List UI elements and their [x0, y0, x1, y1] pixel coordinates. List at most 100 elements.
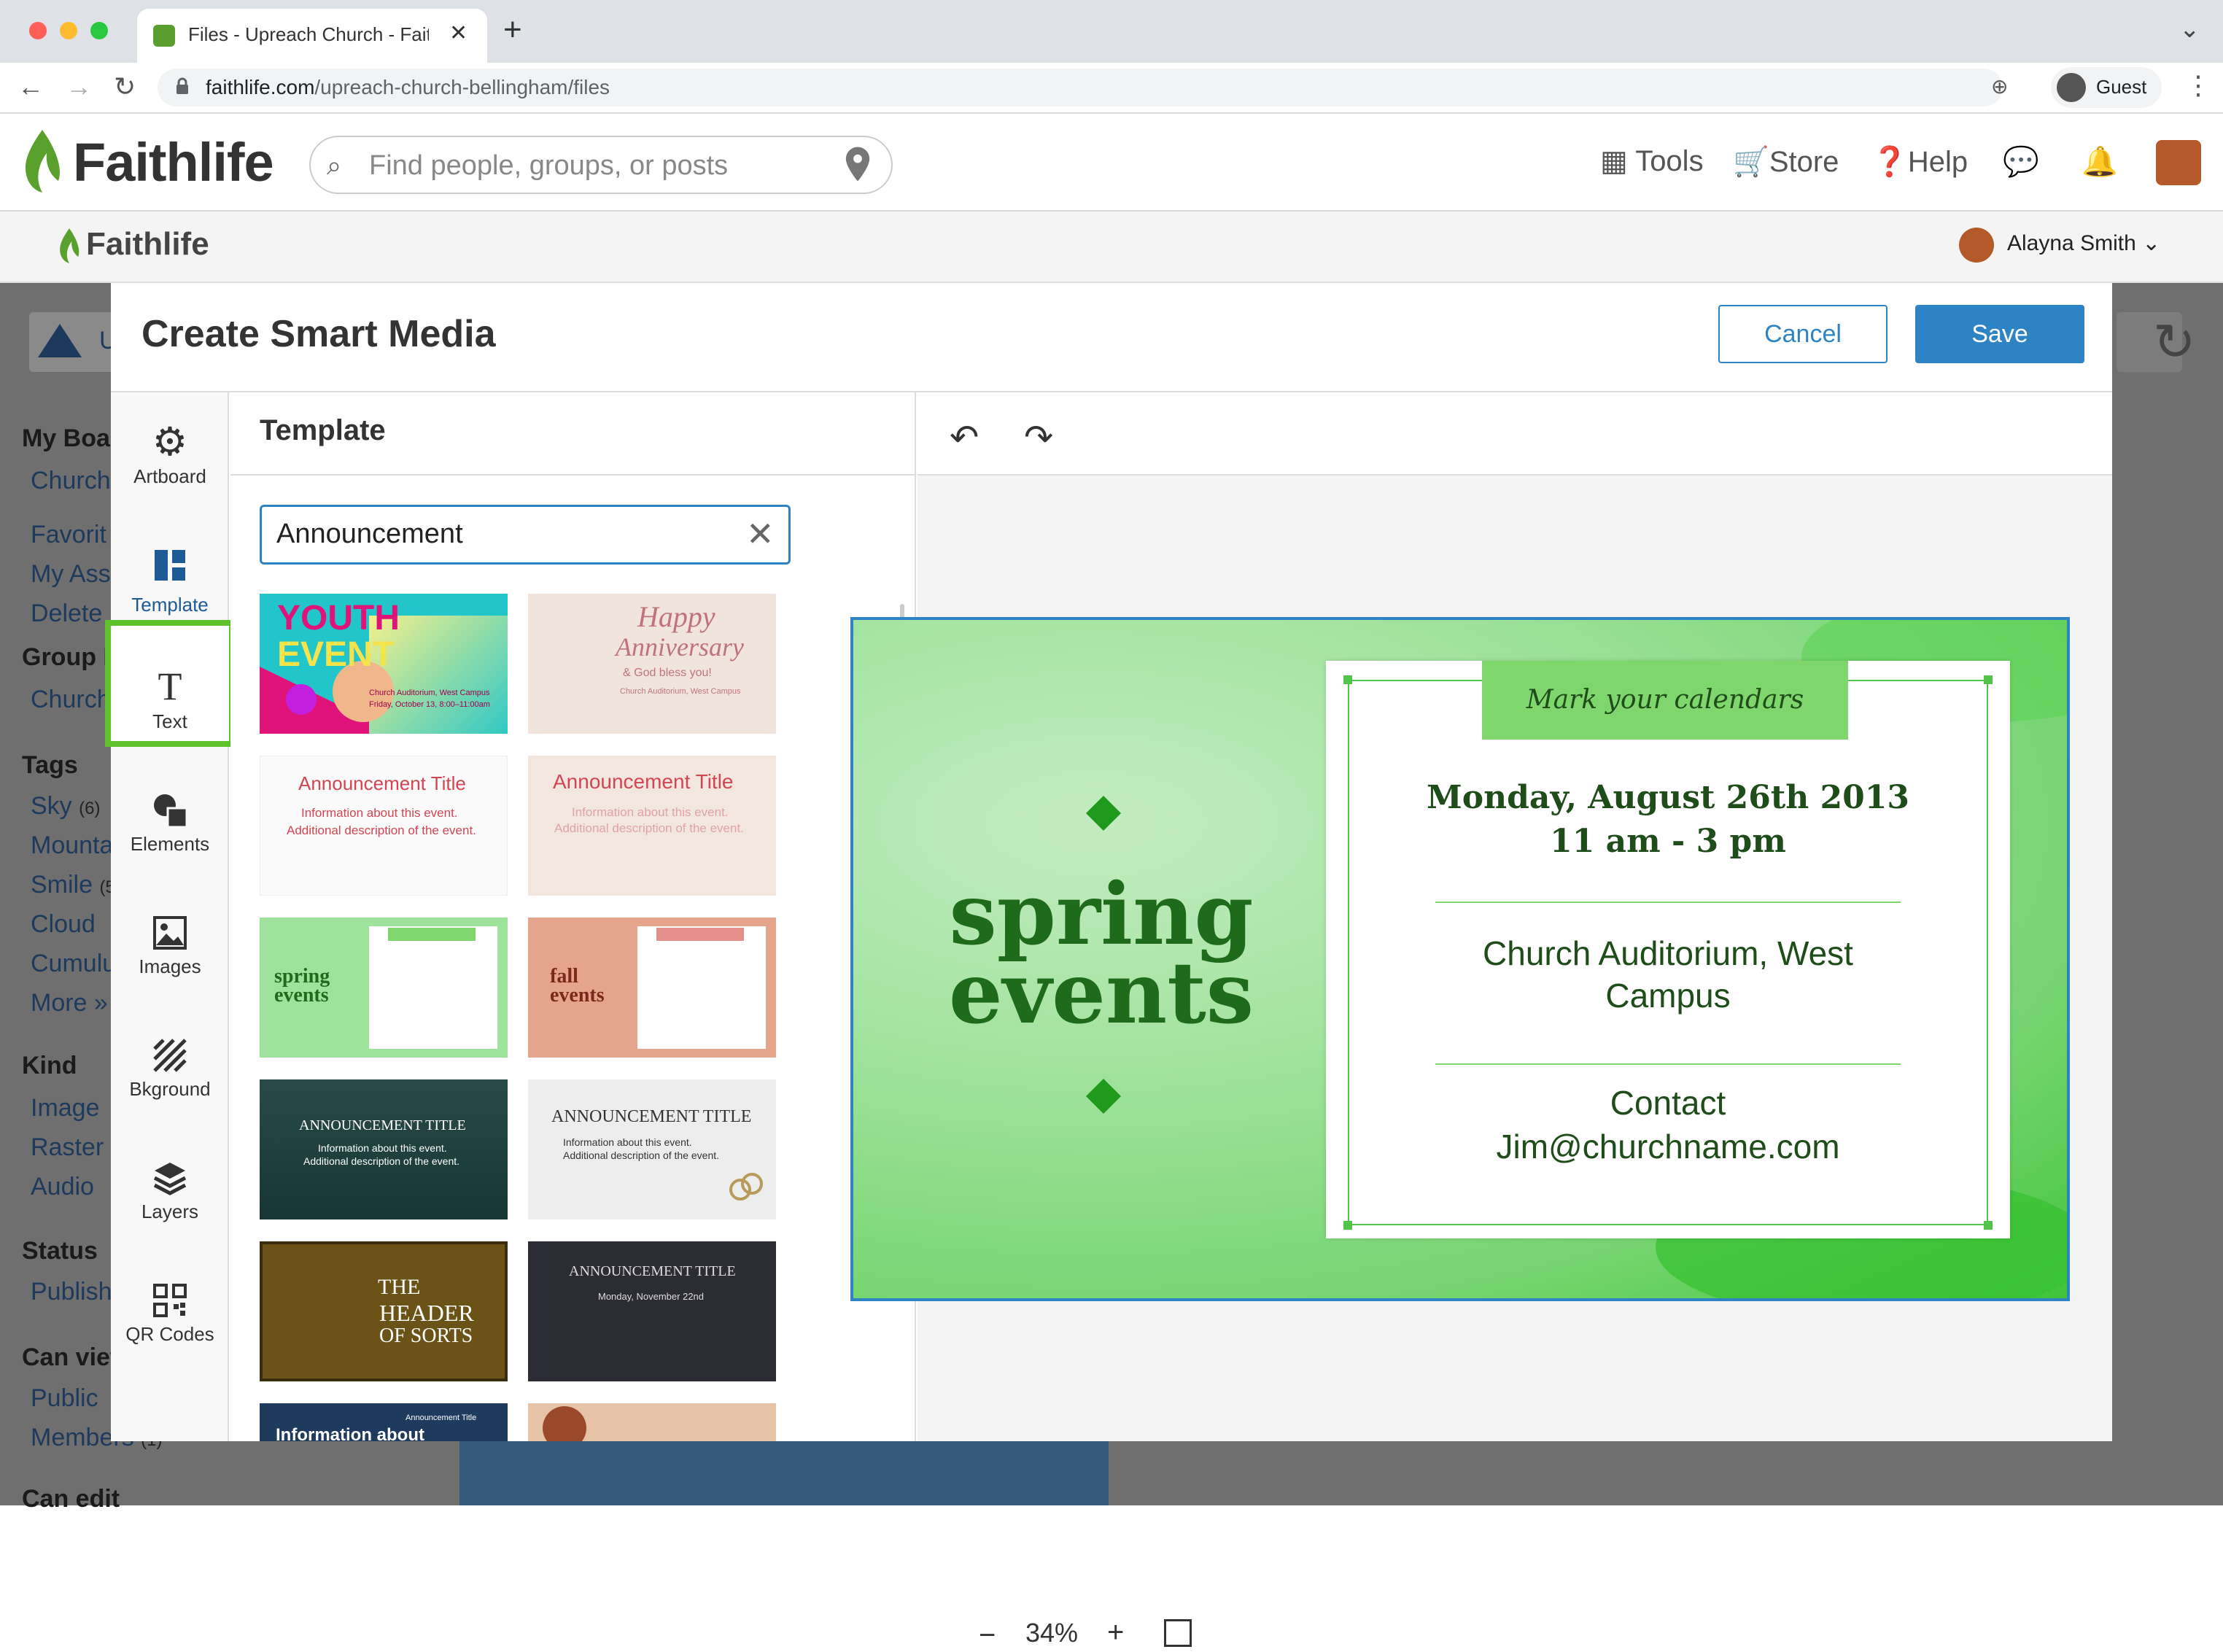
- bg-church-link[interactable]: Church: [31, 467, 111, 495]
- thumb-text: spring events: [274, 965, 330, 1007]
- template-thumb-youth-event[interactable]: YOUTH EVENT Church Auditorium, West Camp…: [260, 594, 508, 734]
- bg-view-public[interactable]: Public: [31, 1384, 98, 1413]
- zoom-out-button[interactable]: −: [979, 1619, 996, 1652]
- template-thumb-anniversary[interactable]: Happy Anniversary & God bless you! Churc…: [528, 594, 776, 734]
- notifications-bell-icon[interactable]: 🔔: [2082, 144, 2118, 179]
- template-thumb-tan[interactable]: [528, 1403, 776, 1441]
- template-thumb-announcement-white[interactable]: Announcement Title Information about thi…: [260, 756, 508, 896]
- forward-arrow-icon[interactable]: →: [66, 71, 92, 102]
- location-pin-icon[interactable]: [845, 146, 871, 182]
- faithlife-flame-icon[interactable]: [20, 128, 64, 194]
- bg-favorites-link[interactable]: Favorit: [31, 521, 106, 549]
- bg-tag-mountain[interactable]: Mounta: [31, 831, 113, 860]
- rail-template-label: Template: [131, 594, 209, 616]
- address-bar[interactable]: faithlife.com/upreach-church-bellingham/…: [158, 69, 2008, 106]
- fit-to-screen-icon[interactable]: [1164, 1619, 1192, 1647]
- undo-icon[interactable]: ↶: [950, 417, 979, 458]
- tab-close-icon[interactable]: ✕: [449, 20, 468, 46]
- tools-menu[interactable]: ▦ Tools: [1600, 144, 1704, 178]
- rail-text[interactable]: T Text: [111, 643, 229, 753]
- template-thumb-announcement-peach[interactable]: Announcement Title Information about thi…: [528, 756, 776, 896]
- user-avatar[interactable]: [2156, 140, 2201, 185]
- template-thumb-night[interactable]: ANNOUNCEMENT TITLE Monday, November 22nd: [528, 1241, 776, 1381]
- template-search-input[interactable]: Announcement ✕: [260, 505, 791, 565]
- save-button[interactable]: Save: [1915, 305, 2084, 363]
- panel-divider: [230, 474, 916, 476]
- site-search-input[interactable]: ⌕ Find people, groups, or posts: [309, 136, 893, 194]
- bg-kind-raster[interactable]: Raster: [31, 1133, 104, 1162]
- dialog-title: Create Smart Media: [141, 313, 496, 355]
- artboard[interactable]: spring events Mark your calendars Monday…: [850, 617, 2070, 1301]
- thumb-text: Anniversary: [616, 632, 744, 662]
- bg-my-assets-link[interactable]: My Ass: [31, 560, 111, 589]
- rail-qr-codes[interactable]: QR Codes: [111, 1256, 229, 1365]
- rail-template[interactable]: Template: [111, 521, 229, 630]
- bg-kind-audio[interactable]: Audio: [31, 1173, 94, 1201]
- window-minimize-button[interactable]: [60, 22, 77, 39]
- zoom-in-button[interactable]: +: [1107, 1616, 1124, 1649]
- chevron-down-icon: ⌄: [2142, 231, 2161, 255]
- rail-background[interactable]: Bkground: [111, 1011, 229, 1120]
- text-t-icon: T: [158, 664, 182, 708]
- artboard-headline[interactable]: spring events: [941, 872, 1262, 1036]
- messages-icon[interactable]: 💬: [2003, 144, 2039, 179]
- clear-search-icon[interactable]: ✕: [746, 514, 775, 554]
- help-link[interactable]: ❓Help: [1871, 144, 1968, 179]
- zoom-magnifier-icon[interactable]: ⊕: [1991, 74, 2008, 98]
- redo-icon[interactable]: ↷: [1024, 417, 1053, 458]
- grid-icon: ▦: [1600, 145, 1636, 177]
- canvas-toolbar-divider: [917, 474, 2112, 476]
- profile-button[interactable]: Guest: [2051, 67, 2162, 108]
- faithlife-flame-small-icon: [60, 228, 79, 263]
- info-card[interactable]: Mark your calendars Monday, August 26th …: [1326, 661, 2010, 1238]
- gear-icon: ⚙: [152, 420, 188, 464]
- bg-church-link-2[interactable]: Church: [31, 686, 111, 714]
- rail-artboard-label: Artboard: [133, 465, 206, 487]
- thumb-card: [637, 926, 766, 1049]
- thumb-shape: [543, 1406, 586, 1441]
- cancel-button[interactable]: Cancel: [1718, 305, 1888, 363]
- faithlife-logo[interactable]: Faithlife: [73, 131, 274, 193]
- rail-images[interactable]: Images: [111, 888, 229, 998]
- date-text[interactable]: Monday, August 26th 2013 11 am - 3 pm: [1348, 776, 1988, 864]
- template-thumb-header-of-sorts[interactable]: THE HEADER OF SORTS: [260, 1241, 508, 1381]
- location-text[interactable]: Church Auditorium, West Campus: [1348, 932, 1988, 1017]
- rail-layers[interactable]: Layers: [111, 1133, 229, 1243]
- date-line-2: 11 am - 3 pm: [1550, 823, 1786, 860]
- back-arrow-icon[interactable]: ←: [18, 71, 44, 102]
- rail-elements[interactable]: Elements: [111, 766, 229, 875]
- bg-kind-heading: Kind: [22, 1052, 77, 1079]
- bg-kind-image[interactable]: Image: [31, 1094, 100, 1122]
- bg-more-link[interactable]: More »: [31, 989, 108, 1017]
- bg-tag-smile[interactable]: Smile (5: [31, 871, 115, 899]
- bg-refresh-icon[interactable]: ↻: [2153, 312, 2196, 372]
- bg-file-thumbnail[interactable]: [459, 1441, 1109, 1505]
- bg-tag-cumulus[interactable]: Cumulu: [31, 950, 116, 978]
- window-maximize-button[interactable]: [90, 22, 108, 39]
- contact-text[interactable]: Contact Jim@churchname.com: [1348, 1081, 1988, 1168]
- reload-icon[interactable]: ↻: [114, 71, 136, 102]
- store-link[interactable]: 🛒Store: [1733, 144, 1839, 179]
- bg-tag-cloud[interactable]: Cloud: [31, 910, 96, 939]
- thumb-text: ANNOUNCEMENT TITLE: [569, 1263, 736, 1279]
- template-thumb-spring-events[interactable]: spring events: [260, 918, 508, 1058]
- template-thumb-grey-rings[interactable]: ANNOUNCEMENT TITLE Information about thi…: [528, 1079, 776, 1219]
- banner[interactable]: Mark your calendars: [1482, 661, 1848, 740]
- user-menu[interactable]: Alayna Smith ⌄: [2007, 230, 2160, 256]
- bg-tag-sky[interactable]: Sky (6): [31, 792, 100, 821]
- rail-artboard[interactable]: ⚙ Artboard: [111, 398, 229, 508]
- profile-label: Guest: [2096, 76, 2147, 98]
- bg-status-published[interactable]: Publish: [31, 1278, 112, 1306]
- template-thumb-navy[interactable]: Announcement Title Information about: [260, 1403, 508, 1441]
- browser-tab[interactable]: Files - Upreach Church - Faithlife ✕: [137, 9, 487, 63]
- shapes-icon: [154, 794, 188, 829]
- thumb-text: & God bless you!: [623, 667, 712, 679]
- bg-deleted-link[interactable]: Delete: [31, 600, 102, 628]
- template-thumb-fall-events[interactable]: fall events: [528, 918, 776, 1058]
- template-thumb-dark-green[interactable]: ANNOUNCEMENT TITLE Information about thi…: [260, 1079, 508, 1219]
- new-tab-button[interactable]: +: [503, 12, 522, 48]
- group-bar-logo[interactable]: Faithlife: [86, 226, 209, 263]
- browser-menu-icon[interactable]: ⋮: [2185, 70, 2211, 101]
- window-close-button[interactable]: [29, 22, 47, 39]
- tab-search-chevron-icon[interactable]: ⌄: [2179, 15, 2200, 44]
